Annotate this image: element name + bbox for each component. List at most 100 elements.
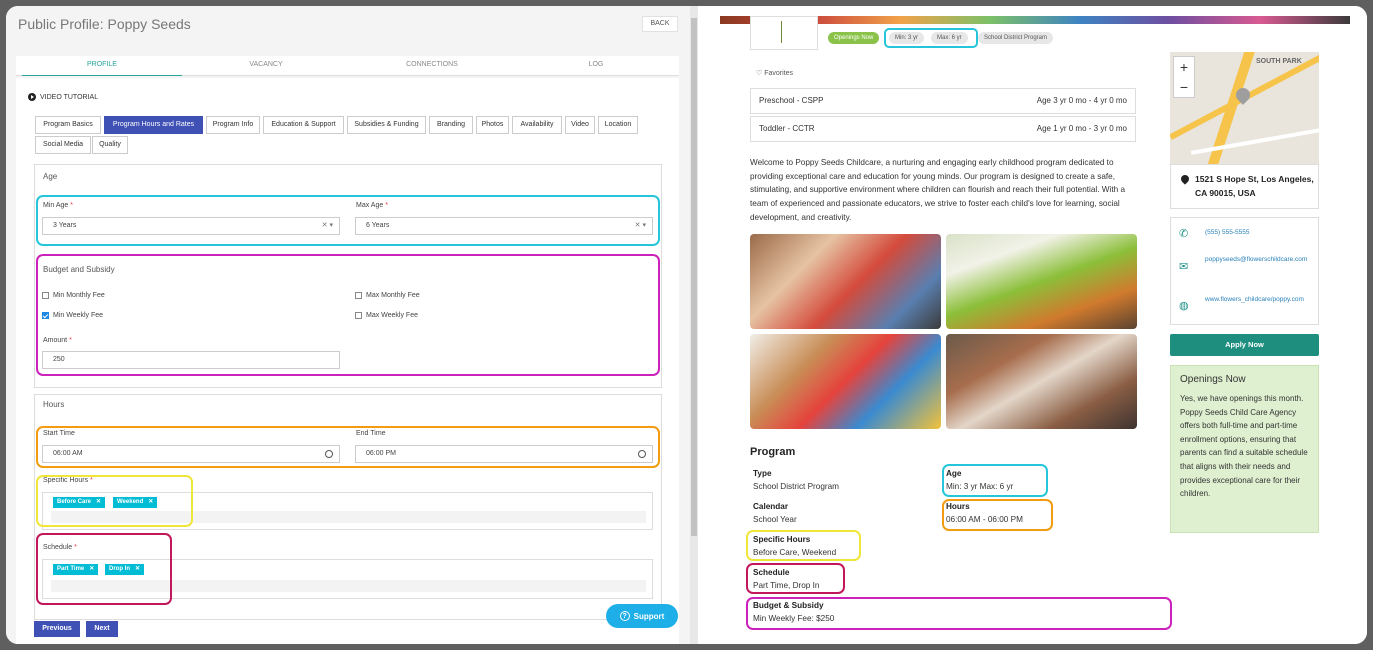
program-section-title: Program (750, 446, 796, 458)
calendar-value: School Year (753, 515, 797, 524)
next-button[interactable]: Next (86, 621, 118, 637)
budget-heading: Budget and Subsidy (43, 265, 115, 274)
clock-icon[interactable] (638, 450, 646, 458)
subtab-photos[interactable]: Photos (476, 116, 509, 134)
program-name: Preschool - CSPP (759, 96, 824, 105)
amount-input[interactable]: 250 (42, 351, 340, 369)
remove-tag-icon[interactable]: ✕ (89, 566, 94, 572)
subtab-availability[interactable]: Availability (512, 116, 562, 134)
mail-icon: ✉ (1179, 261, 1189, 273)
remove-tag-icon[interactable]: ✕ (135, 566, 140, 572)
remove-tag-icon[interactable]: ✕ (96, 499, 101, 505)
max-monthly-fee-checkbox[interactable]: Max Monthly Fee (355, 292, 420, 299)
main-tabs: PROFILE VACANCY CONNECTIONS LOG (16, 56, 679, 76)
start-time-label: Start Time (43, 430, 75, 437)
specific-hours-multiselect[interactable]: Before Care ✕ Weekend ✕ (42, 492, 653, 530)
screenshot-frame: Public Profile: Poppy Seeds BACK PROFILE… (6, 6, 1367, 644)
clear-dropdown-icon[interactable]: ✕ ▾ (635, 218, 646, 234)
favorites-label: Favorites (764, 70, 794, 77)
support-button[interactable]: ? Support (606, 604, 678, 628)
video-tutorial-label: VIDEO TUTORIAL (40, 93, 99, 101)
previous-button[interactable]: Previous (34, 621, 80, 637)
favorites-button[interactable]: ♡ Favorites (756, 69, 793, 77)
tag-weekend: Weekend ✕ (113, 497, 158, 508)
map-road (1190, 123, 1319, 155)
min-weekly-label: Min Weekly Fee (53, 312, 104, 319)
tag-input-area[interactable] (51, 580, 646, 592)
subtab-education-support[interactable]: Education & Support (263, 116, 344, 134)
page-title: Public Profile: Poppy Seeds (18, 16, 191, 32)
schedule-label: Schedule * (43, 544, 77, 551)
checkbox-icon (355, 292, 362, 299)
map-zoom-controls[interactable]: + − (1173, 56, 1195, 98)
email-link[interactable]: poppyseeds@flowerschildcare.com (1205, 255, 1315, 265)
checkbox-checked-icon (42, 312, 49, 319)
classroom-photo[interactable] (750, 334, 941, 429)
program-type-pill: School District Program (978, 32, 1054, 44)
tab-connections[interactable]: CONNECTIONS (352, 56, 512, 76)
apply-now-button[interactable]: Apply Now (1170, 334, 1319, 356)
clock-icon[interactable] (325, 450, 333, 458)
subtab-quality[interactable]: Quality (92, 136, 128, 154)
zoom-in-icon[interactable]: + (1174, 57, 1194, 77)
tag-before-care: Before Care ✕ (53, 497, 106, 508)
classroom-photo[interactable] (750, 234, 941, 329)
max-age-pill: Max: 6 yr (931, 32, 968, 44)
tab-profile[interactable]: PROFILE (22, 56, 182, 76)
hours-label: Hours (946, 502, 970, 511)
schedule-label: Schedule (753, 568, 790, 577)
openings-pill: Openings Now (828, 32, 880, 44)
address-card: 1521 S Hope St, Los Angeles, CA 90015, U… (1170, 164, 1319, 209)
subtab-program-hours-rates[interactable]: Program Hours and Rates (104, 116, 203, 134)
tab-vacancy[interactable]: VACANCY (186, 56, 346, 76)
specific-hours-value: Before Care, Weekend (753, 548, 837, 557)
remove-tag-icon[interactable]: ✕ (148, 499, 153, 505)
subtab-subsidies-funding[interactable]: Subsidies & Funding (347, 116, 426, 134)
openings-title: Openings Now (1180, 374, 1246, 385)
hours-heading: Hours (43, 400, 65, 409)
max-weekly-fee-checkbox[interactable]: Max Weekly Fee (355, 312, 418, 319)
tab-log[interactable]: LOG (516, 56, 676, 76)
subtab-branding[interactable]: Branding (429, 116, 473, 134)
program-row: Toddler - CCTR Age 1 yr 0 mo - 3 yr 0 mo (750, 116, 1136, 142)
start-time-input[interactable]: 06:00 AM (42, 445, 340, 463)
video-tutorial-link[interactable]: VIDEO TUTORIAL (28, 93, 98, 101)
subtab-video[interactable]: Video (565, 116, 595, 134)
calendar-label: Calendar (753, 502, 789, 511)
subtab-social-media[interactable]: Social Media (35, 136, 91, 154)
openings-text: Yes, we have openings this month. Poppy … (1180, 394, 1308, 499)
back-button[interactable]: BACK (642, 16, 678, 32)
min-weekly-fee-checkbox[interactable]: Min Weekly Fee (42, 312, 103, 319)
tag-drop-in: Drop In ✕ (105, 564, 145, 575)
scrollbar-thumb[interactable] (691, 18, 697, 536)
website-link[interactable]: www.flowers_childcare/poppy.com (1205, 295, 1315, 305)
max-age-select[interactable]: 6 Years ✕ ▾ (355, 217, 653, 235)
heart-icon: ♡ (756, 70, 763, 77)
max-age-value: 6 Years (366, 222, 390, 229)
clear-dropdown-icon[interactable]: ✕ ▾ (322, 218, 333, 234)
map-label: SOUTH PARK (1256, 58, 1302, 65)
classroom-photo[interactable] (946, 234, 1137, 329)
type-value: School District Program (753, 482, 839, 491)
scrollbar[interactable] (690, 6, 698, 644)
min-monthly-fee-checkbox[interactable]: Min Monthly Fee (42, 292, 105, 299)
classroom-photo[interactable] (946, 334, 1137, 429)
location-pin-icon (1179, 173, 1191, 185)
end-time-input[interactable]: 06:00 PM (355, 445, 653, 463)
support-label: Support (633, 611, 665, 621)
phone-link[interactable]: (555) 555-5555 (1205, 228, 1315, 238)
budget-value: Min Weekly Fee: $250 (753, 614, 835, 623)
subtab-program-basics[interactable]: Program Basics (35, 116, 101, 134)
min-monthly-label: Min Monthly Fee (53, 292, 105, 299)
budget-label: Budget & Subsidy (753, 601, 824, 610)
min-age-select[interactable]: 3 Years ✕ ▾ (42, 217, 340, 235)
amount-label: Amount * (43, 337, 72, 344)
zoom-out-icon[interactable]: − (1174, 77, 1194, 97)
flower-icon (781, 21, 789, 43)
subtab-location[interactable]: Location (598, 116, 638, 134)
openings-card: Openings Now Yes, we have openings this … (1170, 365, 1319, 533)
subtab-program-info[interactable]: Program Info (206, 116, 260, 134)
tag-input-area[interactable] (51, 511, 646, 523)
location-map[interactable]: SOUTH PARK + − (1170, 52, 1319, 164)
schedule-multiselect[interactable]: Part Time ✕ Drop In ✕ (42, 559, 653, 599)
